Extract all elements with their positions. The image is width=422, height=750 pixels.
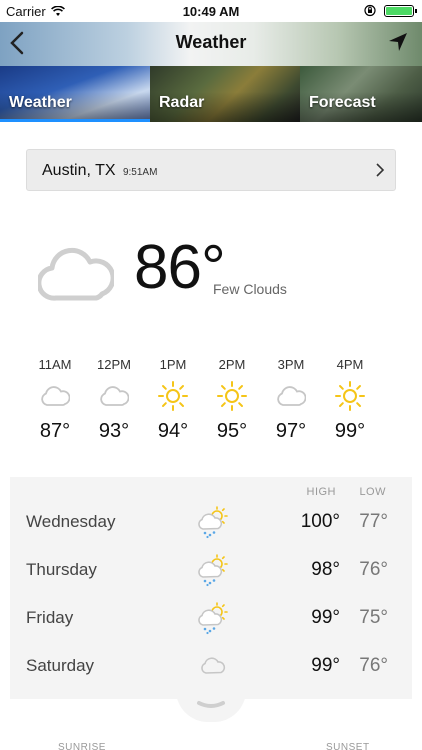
tab-bar: Weather Radar Forecast: [0, 66, 422, 122]
hour-temperature: 95°: [216, 420, 248, 442]
hour-label: 3PM: [277, 357, 305, 372]
day-name: Saturday: [26, 656, 95, 675]
sunrise-label: SUNRISE: [58, 742, 106, 750]
nav-header: Weather: [0, 22, 422, 66]
hour-temperature: 94°: [157, 420, 189, 442]
daily-row: Wednesday 100° 77°: [10, 499, 412, 547]
city-name: Austin, TX: [42, 162, 116, 179]
cloud-icon: [100, 386, 129, 406]
day-name: Thursday: [26, 560, 97, 579]
day-low: 76°: [359, 655, 388, 676]
hour-label: 4PM: [336, 357, 364, 372]
hour-label: 12PM: [97, 357, 131, 372]
day-high: 99°: [311, 655, 340, 676]
daily-row: Friday 99° 75°: [10, 595, 412, 643]
sun-icon: [217, 381, 247, 411]
cloud-icon: [41, 386, 70, 406]
cloud-icon: [277, 386, 306, 406]
clock: 10:49 AM: [182, 4, 240, 19]
sun-cloud-rain-icon: [198, 554, 228, 587]
hourly-item: 11AM 87°: [24, 356, 86, 443]
daily-forecast: HIGH LOW Wednesday 100° 77° Thursday 98°…: [10, 477, 412, 699]
hour-label: 11AM: [38, 357, 72, 372]
hour-temperature: 97°: [275, 420, 307, 442]
day-low: 75°: [359, 607, 388, 628]
tab-weather-label: Weather: [9, 94, 72, 111]
cloud-icon: [38, 247, 114, 301]
location-time: 9:51AM: [122, 167, 158, 178]
status-bar: Carrier 10:49 AM: [0, 0, 422, 22]
day-high: 98°: [311, 559, 340, 580]
chevron-right-icon: [376, 163, 385, 177]
high-header: HIGH: [306, 486, 336, 498]
location-arrow-icon[interactable]: [388, 32, 408, 52]
sunset-label: SUNSET: [326, 742, 370, 750]
daily-row: Saturday 99° 76°: [10, 643, 412, 691]
tab-weather[interactable]: Weather: [0, 66, 150, 122]
hourly-item: 12PM 93°: [83, 356, 145, 443]
hour-temperature: 93°: [98, 420, 130, 442]
day-low: 76°: [359, 559, 388, 580]
hour-temperature: 99°: [334, 420, 366, 442]
battery-icon: [384, 5, 417, 17]
tab-forecast[interactable]: Forecast: [300, 66, 422, 122]
sun-cloud-rain-icon: [198, 602, 228, 635]
orientation-lock-icon: [364, 4, 376, 17]
location-city: Austin, TX 9:51AM: [42, 162, 157, 180]
day-name: Wednesday: [26, 512, 116, 531]
expand-handle[interactable]: [176, 690, 246, 722]
hourly-item: 3PM 97°: [260, 356, 322, 443]
sun-icon: [158, 381, 188, 411]
hour-label: 1PM: [159, 357, 187, 372]
tab-forecast-label: Forecast: [309, 94, 376, 111]
tab-radar-label: Radar: [159, 94, 205, 111]
hour-temperature: 87°: [39, 420, 71, 442]
current-temperature: 86°: [134, 233, 226, 302]
low-header: LOW: [359, 486, 386, 498]
page-title: Weather: [175, 32, 247, 52]
sun-cloud-rain-icon: [198, 506, 228, 539]
sun-icon: [335, 381, 365, 411]
chevron-down-icon: [197, 701, 225, 708]
day-low: 77°: [359, 511, 388, 532]
location-selector[interactable]: Austin, TX 9:51AM: [26, 149, 396, 191]
day-high: 99°: [311, 607, 340, 628]
hourly-item: 4PM 99°: [319, 356, 381, 443]
hourly-forecast[interactable]: 11AM 87° 12PM 93° 1PM 94° 2PM 95° 3PM 97…: [24, 356, 422, 456]
hour-label: 2PM: [218, 357, 246, 372]
hourly-item: 1PM 94°: [142, 356, 204, 443]
day-name: Friday: [26, 608, 74, 627]
day-high: 100°: [300, 511, 340, 532]
hourly-item: 2PM 95°: [201, 356, 263, 443]
daily-row: Thursday 98° 76°: [10, 547, 412, 595]
tab-radar[interactable]: Radar: [150, 66, 300, 122]
cloud-icon: [201, 657, 226, 674]
current-condition: Few Clouds: [213, 281, 287, 297]
